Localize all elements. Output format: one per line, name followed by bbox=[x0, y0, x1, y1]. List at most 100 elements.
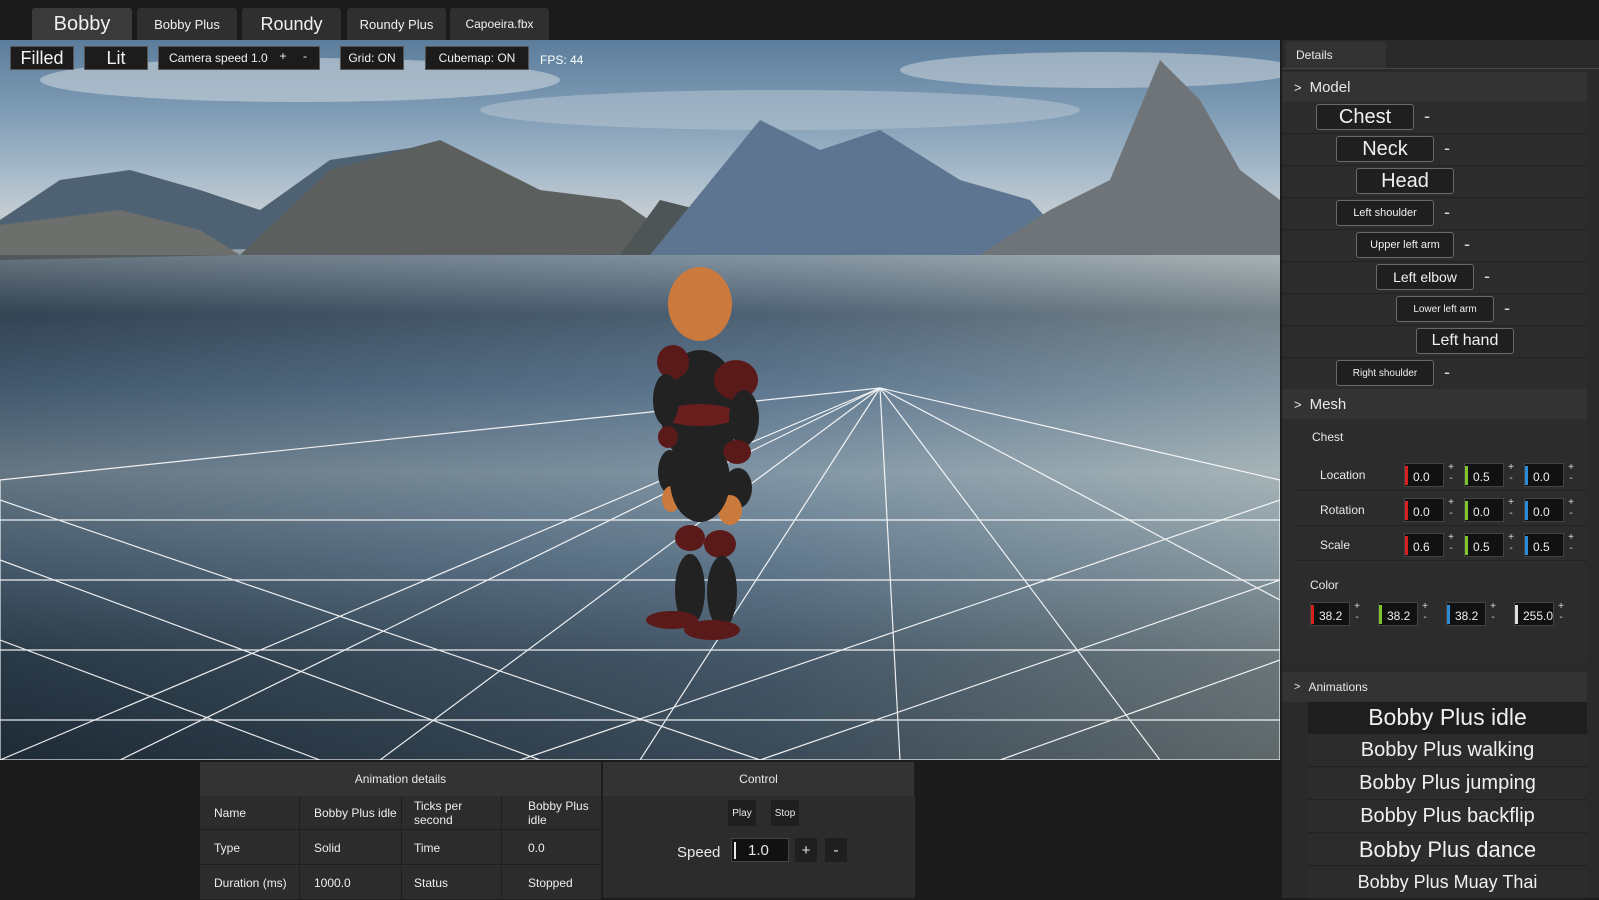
location-z-stepper[interactable]: + - bbox=[1566, 462, 1576, 484]
scale-label: Scale bbox=[1320, 538, 1351, 552]
rotation-z-stepper[interactable]: + - bbox=[1566, 497, 1576, 519]
speed-input[interactable]: 1.0 bbox=[731, 838, 789, 862]
camera-speed-increase-button[interactable]: + bbox=[275, 49, 291, 63]
button-label: + bbox=[801, 841, 811, 859]
scale-y-field[interactable]: 0.5 bbox=[1464, 533, 1504, 557]
play-button[interactable]: Play bbox=[728, 800, 756, 826]
scale-y-stepper[interactable]: + - bbox=[1506, 532, 1516, 554]
location-x-stepper[interactable]: + - bbox=[1446, 462, 1456, 484]
location-y-field[interactable]: 0.5 bbox=[1464, 463, 1504, 487]
bone-label: Upper left arm bbox=[1370, 239, 1440, 251]
bone-row-right-shoulder: Right shoulder - bbox=[1282, 358, 1587, 390]
bone-left-hand-button[interactable]: Left hand bbox=[1416, 328, 1514, 354]
color-r-field[interactable]: 38.2 bbox=[1310, 602, 1350, 626]
model-section-header[interactable]: > Model bbox=[1282, 72, 1587, 102]
rotation-z-field[interactable]: 0.0 bbox=[1524, 498, 1564, 522]
bone-left-elbow-button[interactable]: Left elbow bbox=[1376, 264, 1474, 290]
tab-bobby-plus[interactable]: Bobby Plus bbox=[137, 8, 237, 40]
filled-toggle-button[interactable]: Filled bbox=[10, 46, 74, 70]
rotation-x-stepper[interactable]: + - bbox=[1446, 497, 1456, 519]
rotation-row: Rotation 0.0 + - 0.0 + - 0.0 + - bbox=[1296, 492, 1587, 526]
field-value: 0.5 bbox=[1473, 540, 1490, 554]
field-value: 38.2 bbox=[1455, 609, 1479, 623]
camera-speed-label: Camera speed 1.0 bbox=[169, 51, 268, 65]
animation-item-bobby-plus-muay-thai[interactable]: Bobby Plus Muay Thai bbox=[1308, 867, 1587, 899]
animation-item-bobby-plus-backflip[interactable]: Bobby Plus backflip bbox=[1308, 801, 1587, 833]
location-x-field[interactable]: 0.0 bbox=[1404, 463, 1444, 487]
speed-decrease-button[interactable]: - bbox=[825, 838, 847, 862]
tab-roundy-plus[interactable]: Roundy Plus bbox=[347, 8, 446, 40]
scale-z-field[interactable]: 0.5 bbox=[1524, 533, 1564, 557]
color-a-stepper[interactable]: + - bbox=[1556, 601, 1566, 623]
stop-button[interactable]: Stop bbox=[771, 800, 799, 826]
field-value: 0.0 bbox=[1413, 470, 1430, 484]
bone-row-left-shoulder: Left shoulder - bbox=[1282, 198, 1587, 230]
bone-row-lower-left-arm: Lower left arm - bbox=[1282, 294, 1587, 326]
collapse-minus-icon[interactable]: - bbox=[1444, 202, 1450, 223]
collapse-minus-icon[interactable]: - bbox=[1484, 266, 1490, 287]
color-g-field[interactable]: 38.2 bbox=[1378, 602, 1418, 626]
details-tab[interactable]: Details bbox=[1286, 42, 1386, 68]
color-g-stepper[interactable]: + - bbox=[1420, 601, 1430, 623]
axis-color-bar bbox=[1465, 501, 1468, 520]
scale-x-stepper[interactable]: + - bbox=[1446, 532, 1456, 554]
button-label: - bbox=[833, 841, 839, 859]
location-y-stepper[interactable]: + - bbox=[1506, 462, 1516, 484]
animation-item-bobby-plus-walking[interactable]: Bobby Plus walking bbox=[1308, 735, 1587, 767]
collapse-minus-icon[interactable]: - bbox=[1464, 234, 1470, 255]
collapse-minus-icon[interactable]: - bbox=[1424, 106, 1430, 127]
color-a-field[interactable]: 255.0 bbox=[1514, 602, 1554, 626]
location-z-field[interactable]: 0.0 bbox=[1524, 463, 1564, 487]
color-b-field[interactable]: 38.2 bbox=[1446, 602, 1486, 626]
tab-capoeira-fbx[interactable]: Capoeira.fbx bbox=[450, 8, 549, 40]
animation-label: Bobby Plus dance bbox=[1358, 836, 1537, 862]
tab-label: Roundy bbox=[260, 13, 323, 34]
animation-item-bobby-plus-idle[interactable]: Bobby Plus idle bbox=[1308, 702, 1587, 734]
mesh-section-header[interactable]: > Mesh bbox=[1282, 389, 1587, 419]
animation-item-bobby-plus-dance[interactable]: Bobby Plus dance bbox=[1308, 834, 1587, 866]
time-label: Time bbox=[402, 831, 502, 865]
cubemap-toggle-button[interactable]: Cubemap: ON bbox=[425, 46, 529, 70]
details-panel: Details > Model Chest - Neck - Head Left… bbox=[1282, 40, 1599, 899]
grid-toggle-button[interactable]: Grid: ON bbox=[340, 46, 404, 70]
bone-row-neck: Neck - bbox=[1282, 134, 1587, 166]
bone-neck-button[interactable]: Neck bbox=[1336, 136, 1434, 162]
button-label: Play bbox=[732, 807, 752, 819]
bone-head-button[interactable]: Head bbox=[1356, 168, 1454, 194]
button-label: Cubemap: ON bbox=[438, 51, 516, 65]
collapse-minus-icon[interactable]: - bbox=[1444, 362, 1450, 383]
animations-section-header[interactable]: > Animations bbox=[1282, 672, 1587, 702]
color-r-stepper[interactable]: + - bbox=[1352, 601, 1362, 623]
scene-viewport[interactable]: Filled Lit Camera speed 1.0 + - Grid: ON… bbox=[0, 40, 1280, 760]
scale-z-stepper[interactable]: + - bbox=[1566, 532, 1576, 554]
bone-chest-button[interactable]: Chest bbox=[1316, 104, 1414, 130]
status-label: Status bbox=[402, 866, 502, 900]
scale-x-field[interactable]: 0.6 bbox=[1404, 533, 1444, 557]
bone-label: Left elbow bbox=[1393, 269, 1457, 285]
bone-row-head: Head bbox=[1282, 166, 1587, 198]
rotation-x-field[interactable]: 0.0 bbox=[1404, 498, 1444, 522]
collapse-minus-icon[interactable]: - bbox=[1504, 298, 1510, 319]
rotation-y-stepper[interactable]: + - bbox=[1506, 497, 1516, 519]
bone-right-shoulder-button[interactable]: Right shoulder bbox=[1336, 360, 1434, 386]
lit-toggle-button[interactable]: Lit bbox=[84, 46, 148, 70]
speed-input-marker bbox=[734, 842, 736, 859]
axis-color-bar bbox=[1405, 501, 1408, 520]
speed-increase-button[interactable]: + bbox=[795, 838, 817, 862]
section-label: Model bbox=[1309, 78, 1351, 96]
bone-left-shoulder-button[interactable]: Left shoulder bbox=[1336, 200, 1434, 226]
collapse-minus-icon[interactable]: - bbox=[1444, 138, 1450, 159]
tab-bobby[interactable]: Bobby bbox=[32, 8, 132, 40]
button-label: Lit bbox=[106, 47, 126, 68]
animation-item-bobby-plus-jumping[interactable]: Bobby Plus jumping bbox=[1308, 768, 1587, 800]
bone-label: Neck bbox=[1362, 137, 1408, 160]
tab-roundy[interactable]: Roundy bbox=[242, 8, 341, 40]
color-b-stepper[interactable]: + - bbox=[1488, 601, 1498, 623]
time-value: 0.0 bbox=[502, 831, 602, 865]
bone-row-chest: Chest - bbox=[1282, 102, 1587, 134]
rotation-y-field[interactable]: 0.0 bbox=[1464, 498, 1504, 522]
field-value: 0.0 bbox=[1533, 470, 1550, 484]
bone-lower-left-arm-button[interactable]: Lower left arm bbox=[1396, 296, 1494, 322]
bone-upper-left-arm-button[interactable]: Upper left arm bbox=[1356, 232, 1454, 258]
camera-speed-decrease-button[interactable]: - bbox=[297, 49, 313, 63]
